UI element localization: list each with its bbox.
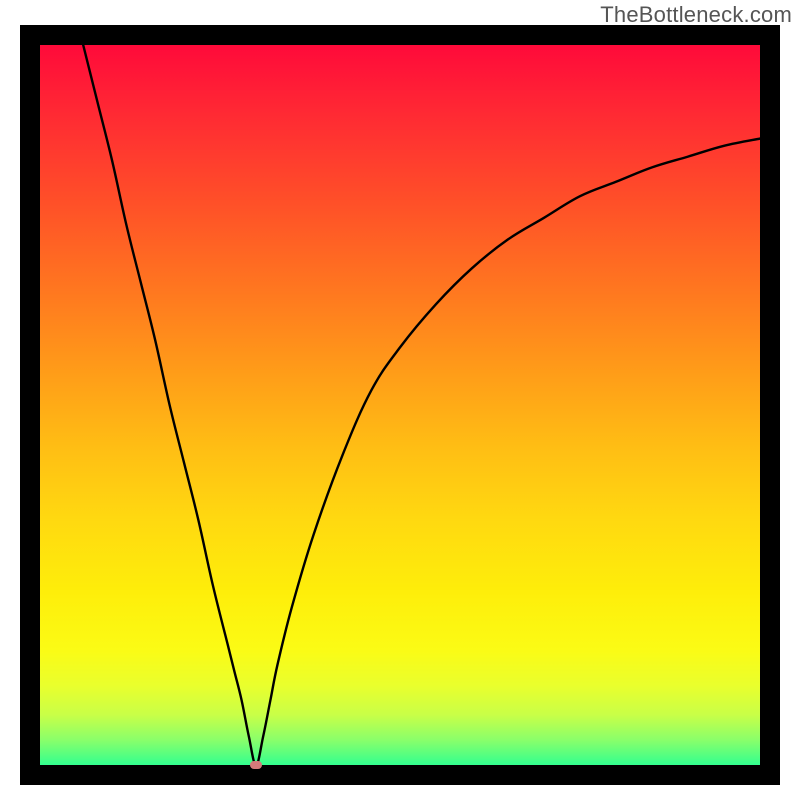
chart-gradient-background <box>40 45 760 765</box>
bottleneck-curve <box>40 45 760 765</box>
watermark-text: TheBottleneck.com <box>600 2 792 28</box>
curve-path <box>83 45 760 765</box>
chart-frame <box>20 25 780 785</box>
nadir-marker <box>250 761 262 769</box>
